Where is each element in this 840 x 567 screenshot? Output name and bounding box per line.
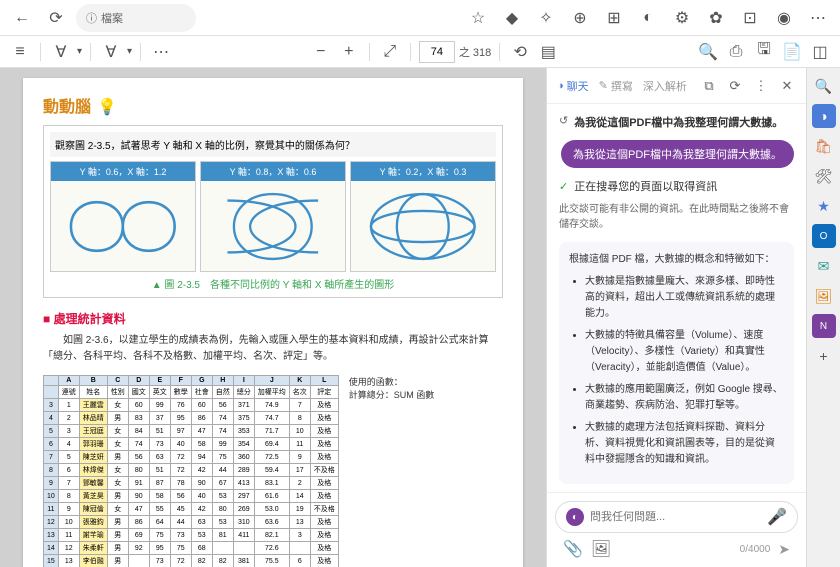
search-icon[interactable]: 🔍 <box>696 40 720 64</box>
rail-add-icon[interactable]: + <box>812 344 836 368</box>
tab-insights[interactable]: 深入解析 <box>643 78 687 94</box>
check-icon: ✓ <box>559 180 568 193</box>
save-icon[interactable]: 🖫 <box>752 40 776 64</box>
lissajous-plot-1 <box>51 181 195 271</box>
more-icon[interactable]: ⋮ <box>752 77 770 95</box>
refresh-chat-icon[interactable]: ⟳ <box>726 77 744 95</box>
tab-compose[interactable]: ✎撰寫 <box>599 78 633 94</box>
prompt-echo: 為我從這個PDF檔中為我整理何謂大數據。 <box>574 114 783 130</box>
answer-card: 根據這個 PDF 檔，大數據的概念和特徵如下： 大數據是指數據量龐大、來源多樣、… <box>559 242 794 484</box>
lissajous-header-1: Y 軸：0.6，X 軸：1.2 <box>51 162 195 181</box>
lissajous-header-2: Y 軸：0.8，X 軸：0.6 <box>201 162 345 181</box>
open-icon[interactable]: 📄 <box>780 40 804 64</box>
rail-tools-icon[interactable]: 🛠 <box>812 164 836 188</box>
figure-question: 觀察圖 2-3.5，試著思考 Y 軸和 X 軸的比例，察覺其中的關係為何？ <box>50 132 496 157</box>
close-icon[interactable]: ✕ <box>778 77 796 95</box>
rail-shopping-icon[interactable]: 🛍 <box>812 134 836 158</box>
highlight-tool-icon[interactable]: ∀ <box>99 40 123 64</box>
rail-star-icon[interactable]: ★ <box>812 194 836 218</box>
section-heading: 處理統計資料 <box>43 310 503 327</box>
lissajous-header-3: Y 軸：0.2，X 軸：0.3 <box>351 162 495 181</box>
ext3-icon[interactable]: ⊕ <box>566 4 594 32</box>
answer-bullet: 大數據是指數據量龐大、來源多樣、即時性高的資料，超出人工或傳統資訊系統的處理能力… <box>585 274 784 322</box>
rail-outlook-icon[interactable]: O <box>812 224 836 248</box>
lissajous-plot-2 <box>201 181 345 271</box>
rail-copilot-icon[interactable]: ◑ <box>812 104 836 128</box>
star-icon[interactable]: ☆ <box>464 4 492 32</box>
tab-chat[interactable]: ◑聊天 <box>557 78 589 94</box>
fit-icon[interactable]: ⤢ <box>378 40 402 64</box>
copilot-logo-icon: ◐ <box>566 508 584 526</box>
history-icon: ↺ <box>559 114 568 127</box>
copilot-panel: ◑聊天 ✎撰寫 深入解析 ⧉ ⟳ ⋮ ✕ ↺ 為我從這個PDF檔中為我整理何謂大… <box>546 68 806 567</box>
layout-icon[interactable]: ▤ <box>536 40 560 64</box>
body-paragraph: 如圖 2-3.6，以建立學生的成績表為例，先輸入或匯入學生的基本資料和成績，再設… <box>43 333 503 365</box>
user-prompt-pill: 為我從這個PDF檔中為我整理何謂大數據。 <box>561 140 794 168</box>
doc-title: 動動腦 <box>43 93 503 117</box>
lissajous-plot-3 <box>351 181 495 271</box>
answer-intro: 根據這個 PDF 檔，大數據的概念和特徵如下： <box>569 252 784 268</box>
ext4-icon[interactable]: ⊞ <box>600 4 628 32</box>
answer-bullet: 大數據的應用範圍廣泛，例如 Google 搜尋、商業趨勢、疾病防治、犯罪打擊等。 <box>585 382 784 414</box>
rotate-icon[interactable]: ⟲ <box>508 40 532 64</box>
chat-input[interactable] <box>590 511 761 523</box>
ext2-icon[interactable]: ✧ <box>532 4 560 32</box>
answer-bullet: 大數據的處理方法包括資料探勘、資料分析、資料視覺化和資訊圖表等，目的是從資料中發… <box>585 420 784 468</box>
external-icon[interactable]: ⧉ <box>700 77 718 95</box>
menu-toggle-icon[interactable]: ≡ <box>8 40 32 64</box>
image-icon[interactable]: 🖼 <box>591 539 611 559</box>
zoom-in-icon[interactable]: + <box>337 40 361 64</box>
privacy-note: 此交談可能有非公開的資訊。在此時間點之後將不會儲存交談。 <box>559 200 794 230</box>
pdf-viewer[interactable]: 動動腦 觀察圖 2-3.5，試著思考 Y 軸和 X 軸的比例，察覺其中的關係為何… <box>0 68 546 567</box>
side-label-2: 計算總分：SUM 函數 <box>349 388 435 401</box>
right-rail: 🔍 ◑ 🛍 🛠 ★ O ✉ 🖼 N + <box>806 68 840 567</box>
print-icon[interactable]: ⎙ <box>724 40 748 64</box>
ext6-icon[interactable]: ⚙ <box>668 4 696 32</box>
pdf-page: 動動腦 觀察圖 2-3.5，試著思考 Y 軸和 X 軸的比例，察覺其中的關係為何… <box>23 78 523 567</box>
answer-bullet: 大數據的特徵具備容量（Volume）、速度（Velocity）、多樣性（Vari… <box>585 328 784 376</box>
back-button[interactable]: ← <box>8 4 36 32</box>
attach-icon[interactable]: 📎 <box>563 539 583 559</box>
ext8-icon[interactable]: ⊡ <box>736 4 764 32</box>
page-total-label: 之 318 <box>459 44 491 60</box>
zoom-out-icon[interactable]: − <box>309 40 333 64</box>
rail-search-icon[interactable]: 🔍 <box>812 74 836 98</box>
refresh-button[interactable]: ⟳ <box>42 4 70 32</box>
ext1-icon[interactable]: ◆ <box>498 4 526 32</box>
address-bar[interactable]: ⓘ檔案 <box>76 4 196 32</box>
send-button[interactable]: ➤ <box>778 541 790 558</box>
ext5-icon[interactable]: ◐ <box>634 4 662 32</box>
figure-box: 觀察圖 2-3.5，試著思考 Y 軸和 X 軸的比例，察覺其中的關係為何？ Y … <box>43 125 503 298</box>
mic-icon[interactable]: 🎤 <box>767 507 787 527</box>
select-tool-icon[interactable]: ∀ <box>49 40 73 64</box>
char-counter: 0/4000 <box>740 544 771 555</box>
spreadsheet-table: ABCDEFGHIJKL 連號姓名性別國文英文數學社會自然總分加權平均名次評定 … <box>43 375 339 567</box>
rail-onenote-icon[interactable]: N <box>812 314 836 338</box>
profile-icon[interactable]: ◉ <box>770 4 798 32</box>
rail-image-icon[interactable]: 🖼 <box>812 284 836 308</box>
side-label-1: 使用的函數： <box>349 375 435 388</box>
menu-icon[interactable]: ⋯ <box>804 4 832 32</box>
status-text: 正在搜尋您的頁面以取得資訊 <box>574 178 717 194</box>
rail-mail-icon[interactable]: ✉ <box>812 254 836 278</box>
more-tools-icon[interactable]: ⋯ <box>149 40 173 64</box>
figure-caption: 圖 2-3.5 各種不同比例的 Y 軸和 X 軸所產生的圖形 <box>50 276 496 291</box>
page-number-input[interactable] <box>419 41 455 63</box>
bookmark-icon[interactable]: ◫ <box>808 40 832 64</box>
ext7-icon[interactable]: ✿ <box>702 4 730 32</box>
